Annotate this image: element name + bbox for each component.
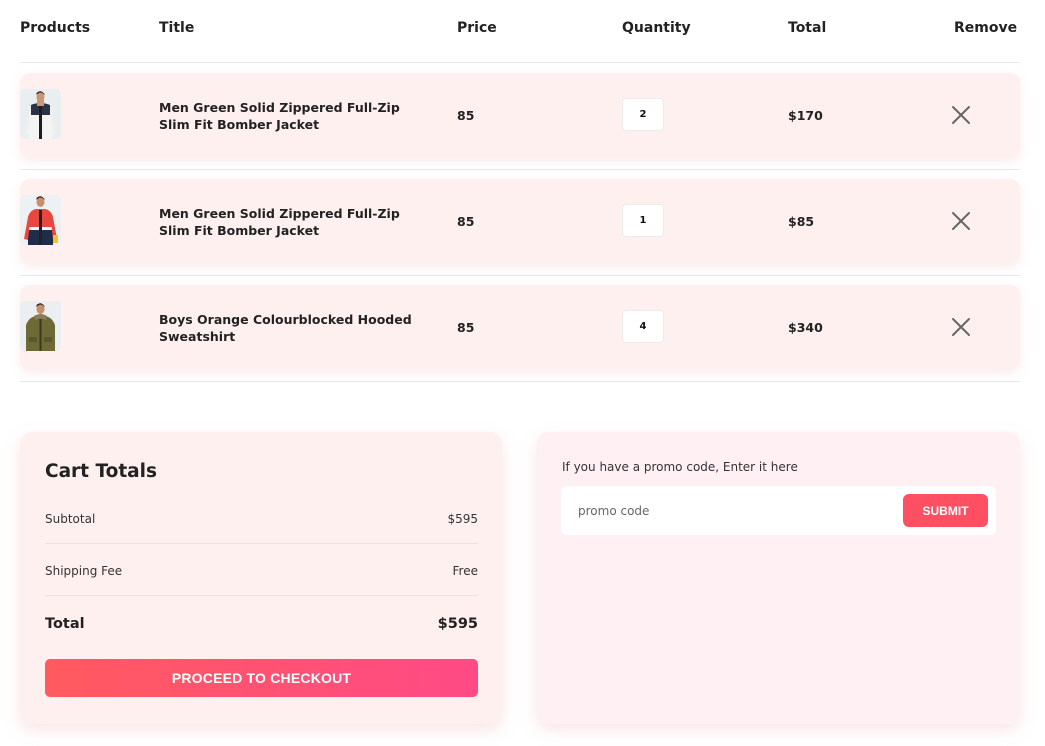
- product-title[interactable]: Boys Orange Colourblocked Hooded Sweatsh…: [159, 311, 419, 345]
- row-divider: [20, 169, 1020, 170]
- cart-row: Men Green Solid Zippered Full-Zip Slim F…: [20, 73, 1020, 157]
- cart-totals-card: Cart Totals Subtotal $595 Shipping Fee F…: [20, 432, 502, 724]
- promo-code-input[interactable]: [561, 486, 891, 535]
- column-header-products: Products: [20, 20, 91, 36]
- promo-code-box: SUBMIT: [561, 486, 996, 535]
- cart-row: Men Green Solid Zippered Full-Zip Slim F…: [20, 179, 1020, 263]
- row-divider: [20, 381, 1020, 382]
- column-header-total: Total: [788, 20, 827, 36]
- product-price: 85: [457, 108, 475, 123]
- submit-promo-button[interactable]: SUBMIT: [903, 494, 988, 527]
- remove-item-button[interactable]: [950, 316, 972, 338]
- cart-totals-heading: Cart Totals: [45, 461, 158, 482]
- jacket-photo-icon: [20, 89, 61, 139]
- product-thumbnail[interactable]: [20, 89, 61, 139]
- column-header-remove: Remove: [954, 20, 1018, 36]
- subtotal-row: Subtotal $595: [45, 512, 478, 526]
- product-title[interactable]: Men Green Solid Zippered Full-Zip Slim F…: [159, 205, 419, 239]
- remove-item-button[interactable]: [950, 210, 972, 232]
- product-price: 85: [457, 214, 475, 229]
- quantity-field[interactable]: 2: [622, 98, 664, 131]
- subtotal-value: $595: [447, 512, 478, 526]
- row-divider: [20, 275, 1020, 276]
- promo-code-card: If you have a promo code, Enter it here …: [537, 432, 1020, 724]
- totals-divider: [45, 543, 478, 544]
- grand-total-label: Total: [45, 616, 85, 632]
- shipping-row: Shipping Fee Free: [45, 564, 478, 578]
- shipping-value: Free: [452, 564, 478, 578]
- grand-total-value: $595: [437, 616, 478, 632]
- jacket-photo-icon: [20, 301, 61, 351]
- cart-table-header: Products Title Price Quantity Total Remo…: [20, 0, 1020, 63]
- column-header-quantity: Quantity: [622, 20, 691, 36]
- jacket-photo-icon: [20, 195, 61, 245]
- close-icon: [952, 212, 970, 230]
- quantity-field[interactable]: 4: [622, 310, 664, 343]
- proceed-to-checkout-button[interactable]: PROCEED TO CHECKOUT: [45, 659, 478, 697]
- product-title[interactable]: Men Green Solid Zippered Full-Zip Slim F…: [159, 99, 419, 133]
- column-header-title: Title: [159, 20, 195, 36]
- product-thumbnail[interactable]: [20, 195, 61, 245]
- subtotal-label: Subtotal: [45, 512, 96, 526]
- shipping-label: Shipping Fee: [45, 564, 123, 578]
- line-total: $170: [788, 108, 823, 123]
- close-icon: [952, 106, 970, 124]
- promo-code-label: If you have a promo code, Enter it here: [562, 460, 798, 474]
- remove-item-button[interactable]: [950, 104, 972, 126]
- cart-row: Boys Orange Colourblocked Hooded Sweatsh…: [20, 285, 1020, 369]
- line-total: $340: [788, 320, 823, 335]
- product-thumbnail[interactable]: [20, 301, 61, 351]
- column-header-price: Price: [457, 20, 497, 36]
- product-price: 85: [457, 320, 475, 335]
- grand-total-row: Total $595: [45, 616, 478, 632]
- totals-divider: [45, 595, 478, 596]
- close-icon: [952, 318, 970, 336]
- quantity-field[interactable]: 1: [622, 204, 664, 237]
- line-total: $85: [788, 214, 815, 229]
